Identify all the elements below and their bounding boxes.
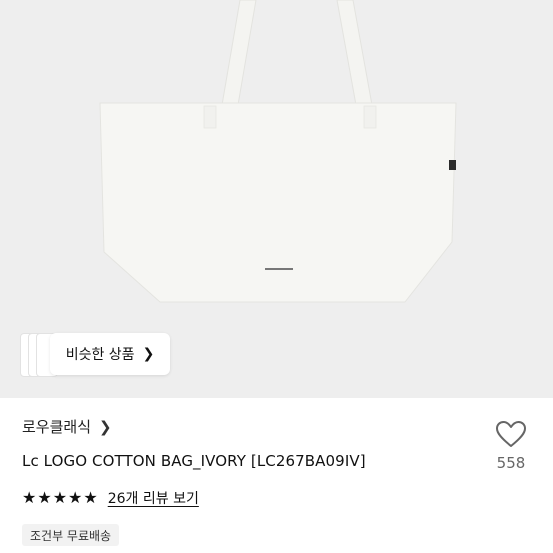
like-button[interactable]: 558 xyxy=(491,420,531,472)
like-count: 558 xyxy=(496,454,526,472)
brand-name: 로우클래식 xyxy=(22,418,92,436)
product-title: Lc LOGO COTTON BAG_IVORY [LC267BA09IV] xyxy=(22,452,366,470)
star-filled-icon: ★ xyxy=(83,488,98,507)
review-link[interactable]: 26개 리뷰 보기 xyxy=(108,488,199,508)
product-image-area[interactable]: 비슷한 상품 ❯ xyxy=(0,0,553,398)
star-filled-icon: ★ xyxy=(22,488,37,507)
brand-link[interactable]: 로우클래식 ❯ xyxy=(22,416,112,437)
star-filled-icon: ★ xyxy=(68,488,83,507)
chevron-right-icon: ❯ xyxy=(142,346,155,362)
star-filled-icon: ★ xyxy=(37,488,52,507)
shipping-badge: 조건부 무료배송 xyxy=(22,524,120,546)
rating-stars: ★ ★ ★ ★ ★ xyxy=(22,490,98,506)
similar-products-button[interactable]: 비슷한 상품 ❯ xyxy=(50,333,170,375)
star-filled-icon: ★ xyxy=(52,488,68,507)
heart-outline-icon xyxy=(496,421,526,447)
chevron-right-icon: ❯ xyxy=(99,417,112,436)
rating-row: ★ ★ ★ ★ ★ 26개 리뷰 보기 xyxy=(22,488,199,508)
similar-products-label: 비슷한 상품 xyxy=(65,347,135,363)
